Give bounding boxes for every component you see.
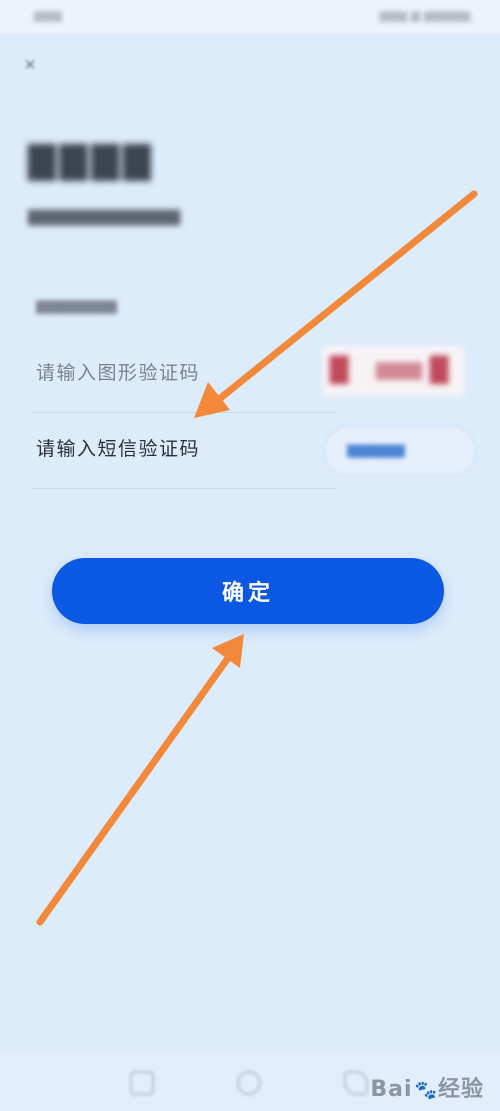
status-time: ▆▆▆ — [34, 8, 62, 22]
arrow-icon — [36, 634, 244, 926]
confirm-button[interactable]: 确定 — [52, 558, 444, 624]
image-code-row — [32, 340, 336, 413]
image-code-input[interactable] — [36, 356, 326, 390]
page-subtitle: ▆▆▆▆▆▆▆▆▆▆▆ — [28, 205, 181, 226]
status-icons: ▆▆▆ ▆ ▆▆▆▆▆ — [379, 8, 470, 22]
page-title: ▇▇▇▇ — [28, 140, 155, 181]
watermark-text-left: Bai — [370, 1077, 413, 1102]
paw-icon: 🐾 — [414, 1080, 438, 1101]
nav-back-icon[interactable] — [344, 1071, 368, 1095]
captcha-image[interactable]: █ ▆▆▆ █ — [322, 346, 464, 396]
sms-code-row — [32, 416, 336, 489]
get-sms-code-button[interactable]: ▆▆▆▆▆ — [324, 426, 476, 476]
nav-home-icon[interactable] — [130, 1071, 154, 1095]
sms-code-input[interactable] — [36, 432, 326, 466]
watermark-text-right: 经验 — [437, 1077, 484, 1102]
status-bar: ▆▆▆ ▆▆▆ ▆ ▆▆▆▆▆ — [0, 0, 500, 34]
phone-number: ▆▆▆▆▆▆▆ — [36, 296, 117, 314]
nav-circle-icon[interactable] — [237, 1071, 261, 1095]
watermark: Bai 🐾经验 — [370, 1071, 484, 1103]
close-icon[interactable]: ✕ — [20, 55, 40, 75]
